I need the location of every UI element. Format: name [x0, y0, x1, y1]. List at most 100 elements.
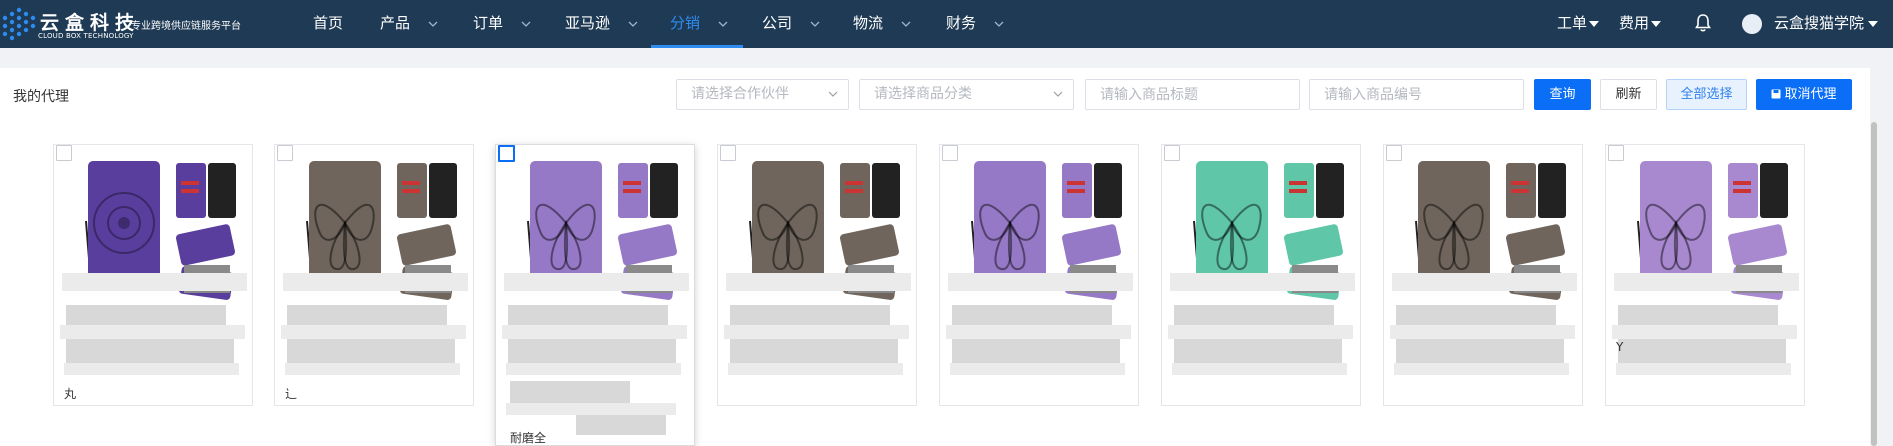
nav-label: 亚马逊 — [565, 14, 611, 32]
page-title: 我的代理 — [13, 89, 69, 105]
query-button[interactable]: 查询 — [1534, 79, 1591, 110]
fees-menu[interactable]: 费用 — [1619, 0, 1662, 48]
nav-item-company[interactable]: 公司 — [762, 0, 821, 48]
redacted-block — [502, 325, 687, 339]
caret-down-icon — [1868, 20, 1879, 27]
nav-label: 首页 — [313, 14, 344, 32]
product-card[interactable] — [939, 144, 1139, 406]
redacted-block — [1392, 273, 1577, 291]
product-card[interactable]: 丸 — [53, 144, 253, 406]
chevron-down-icon — [628, 21, 638, 27]
redacted-block — [508, 305, 668, 325]
nav-item-logistics[interactable]: 物流 — [853, 0, 912, 48]
product-card[interactable] — [717, 144, 917, 406]
avatar[interactable] — [1742, 14, 1762, 34]
chevron-down-icon — [718, 21, 728, 27]
scrollbar-thumb[interactable] — [1871, 122, 1877, 446]
redacted-block — [952, 339, 1120, 363]
brand-slogan: 专业跨境供应链服务平台 — [131, 21, 241, 32]
chevron-down-icon — [810, 21, 820, 27]
redacted-block — [728, 363, 903, 375]
partner-select[interactable]: 请选择合作伙伴 — [676, 79, 849, 110]
redacted-block — [506, 363, 681, 375]
redacted-block — [950, 363, 1125, 375]
ticket-menu[interactable]: 工单 — [1557, 0, 1600, 48]
redacted-block — [66, 305, 226, 325]
user-menu[interactable]: 云盒搜猫学院 — [1774, 0, 1879, 48]
category-select[interactable]: 请选择商品分类 — [859, 79, 1074, 110]
product-card[interactable] — [1161, 144, 1361, 406]
chevron-down-icon — [994, 21, 1004, 27]
redacted-block — [946, 325, 1131, 339]
product-code-input[interactable] — [1309, 79, 1524, 110]
redacted-block — [1172, 363, 1347, 375]
redacted-block — [1394, 363, 1569, 375]
redacted-block — [1168, 325, 1353, 339]
username: 云盒搜猫学院 — [1774, 14, 1865, 32]
ticket-label: 工单 — [1557, 14, 1588, 32]
nav-item-finance[interactable]: 财务 — [946, 0, 1005, 48]
redacted-block — [576, 415, 666, 435]
active-nav-indicator — [651, 45, 743, 48]
product-caption: 丸 — [64, 387, 77, 401]
redacted-block — [66, 339, 234, 363]
redacted-block — [1616, 363, 1791, 375]
nav-label: 公司 — [762, 14, 793, 32]
nav-item-orders[interactable]: 订单 — [473, 0, 532, 48]
redacted-block — [1612, 325, 1797, 339]
redacted-block — [726, 273, 911, 291]
save-icon — [1771, 89, 1781, 99]
redacted-block — [1174, 339, 1342, 363]
redacted-block — [1396, 339, 1564, 363]
redacted-block — [504, 273, 689, 291]
chevron-down-icon — [828, 91, 838, 97]
brand-logo[interactable]: 云盒科技 专业跨境供应链服务平台 CLOUD BOX TECHNOLOGY — [0, 0, 250, 48]
product-caption: 耐磨全 — [510, 431, 547, 445]
redacted-block — [1170, 273, 1355, 291]
nav-label: 产品 — [380, 14, 411, 32]
redacted-block — [287, 305, 447, 325]
redacted-block — [948, 273, 1133, 291]
product-card[interactable] — [1383, 144, 1583, 406]
redacted-block — [1618, 305, 1778, 325]
caret-down-icon — [1589, 20, 1600, 27]
product-card[interactable]: Y — [1605, 144, 1805, 406]
redacted-block — [281, 325, 466, 339]
nav-item-amazon[interactable]: 亚马逊 — [565, 0, 639, 48]
redacted-block — [1618, 339, 1786, 363]
refresh-button[interactable]: 刷新 — [1600, 79, 1657, 110]
logo-hexagon-icon — [2, 7, 36, 41]
product-caption: Y — [1616, 340, 1624, 354]
redacted-block — [1174, 305, 1334, 325]
nav-item-home[interactable]: 首页 — [313, 0, 343, 48]
select-all-button[interactable]: 全部选择 — [1666, 79, 1747, 110]
cancel-agency-button[interactable]: 取消代理 — [1756, 79, 1852, 110]
nav-item-distribution[interactable]: 分销 — [670, 0, 729, 48]
redacted-block — [60, 325, 245, 339]
redacted-block — [508, 339, 676, 363]
nav-label: 分销 — [670, 14, 701, 32]
cancel-agency-label: 取消代理 — [1784, 87, 1837, 102]
redacted-block — [730, 339, 898, 363]
nav-label: 财务 — [946, 14, 977, 32]
redacted-block — [62, 273, 247, 291]
bell-icon[interactable] — [1694, 13, 1712, 33]
product-card[interactable]: 辶 — [274, 144, 474, 406]
redacted-block — [1390, 325, 1575, 339]
redacted-block — [730, 305, 890, 325]
chevron-down-icon — [1053, 91, 1063, 97]
product-card[interactable]: 耐磨全 — [495, 144, 695, 446]
product-caption: 辶 — [285, 387, 298, 401]
chevron-down-icon — [521, 21, 531, 27]
redacted-block — [283, 273, 468, 291]
nav-label: 订单 — [473, 14, 504, 32]
redacted-block — [1614, 273, 1799, 291]
redacted-block — [510, 381, 630, 405]
redacted-block — [285, 363, 460, 375]
nav-item-products[interactable]: 产品 — [380, 0, 439, 48]
partner-select-placeholder: 请选择合作伙伴 — [691, 86, 789, 102]
product-title-input[interactable] — [1085, 79, 1300, 110]
redacted-block — [287, 339, 455, 363]
brand-english-name: CLOUD BOX TECHNOLOGY — [38, 32, 134, 40]
redacted-block — [1396, 305, 1556, 325]
